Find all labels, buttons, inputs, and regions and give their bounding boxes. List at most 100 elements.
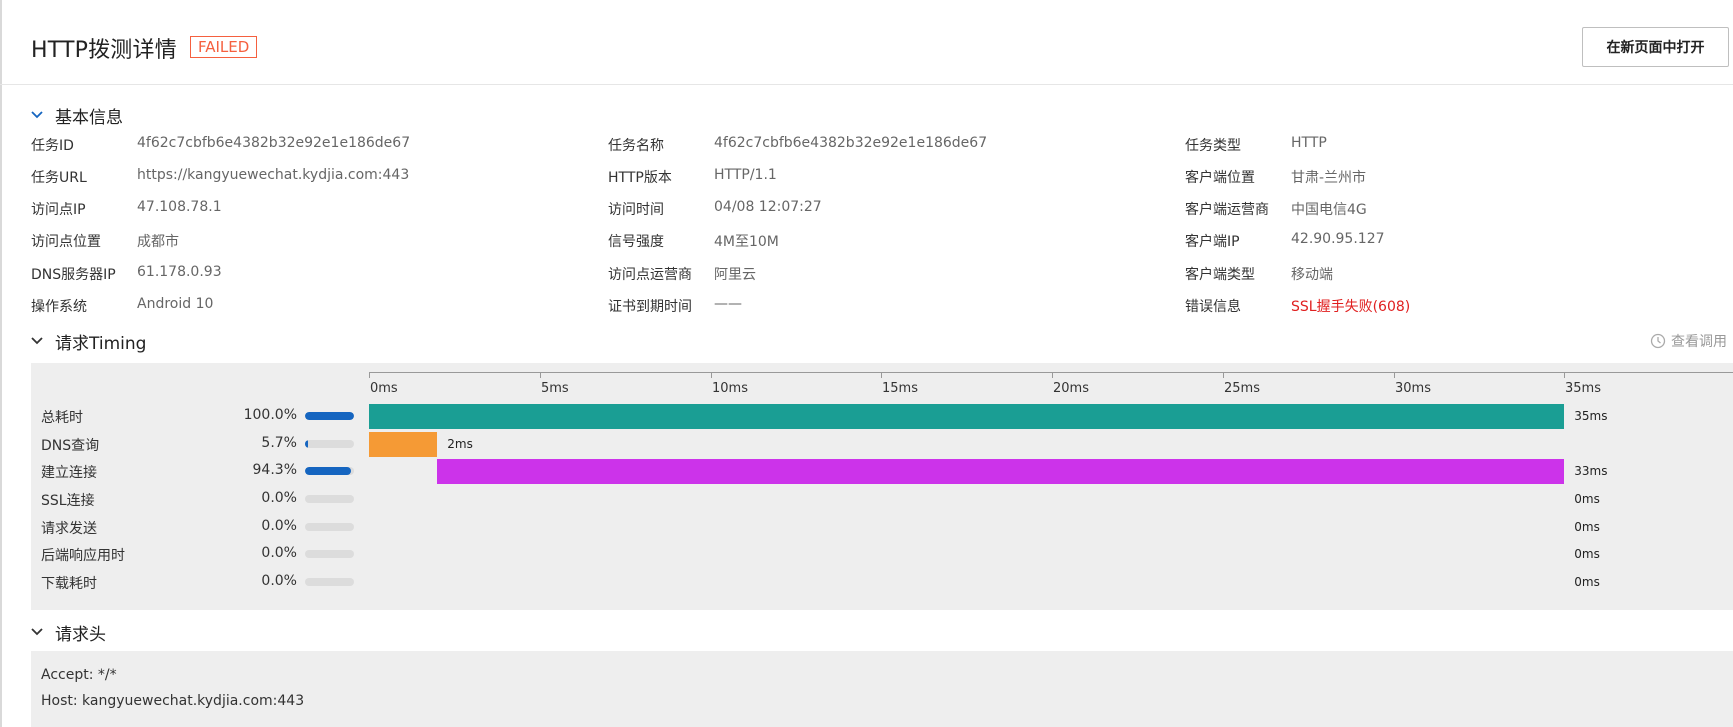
info-value: HTTP/1.1 <box>714 167 777 183</box>
timing-row-percent: 0.0% <box>261 490 297 506</box>
info-label: 任务类型 <box>1185 138 1241 154</box>
chevron-down-icon <box>31 628 43 636</box>
info-label: 客户端类型 <box>1185 267 1255 283</box>
section-request-headers-title: 请求头 <box>55 624 106 645</box>
page-header: HTTP拨测详情 FAILED 在新页面中打开 <box>0 0 1733 85</box>
info-value: 4M至10M <box>714 234 779 250</box>
info-label: 客户端位置 <box>1185 170 1255 186</box>
info-label: 任务ID <box>31 138 74 154</box>
axis-tick-label: 30ms <box>1395 381 1431 396</box>
axis-tick-label: 35ms <box>1565 381 1601 396</box>
info-value: 阿里云 <box>714 267 756 283</box>
timing-row-label: DNS查询 <box>41 438 100 454</box>
open-in-new-page-button[interactable]: 在新页面中打开 <box>1582 27 1729 67</box>
view-call-link[interactable]: 查看调用 <box>1650 331 1727 351</box>
timing-bar <box>369 432 438 457</box>
info-label: 访问点位置 <box>31 234 101 250</box>
info-label: 客户端IP <box>1185 234 1240 250</box>
timing-row-label: SSL连接 <box>41 493 95 509</box>
info-value: —— <box>714 296 742 312</box>
request-headers-panel: Accept: */* Host: kangyuewechat.kydjia.c… <box>31 651 1733 727</box>
timing-bar-value: 0ms <box>1574 520 1600 534</box>
status-badge: FAILED <box>190 36 258 58</box>
chevron-down-icon <box>31 337 43 345</box>
timing-bar-value: 0ms <box>1574 492 1600 506</box>
info-label: 任务名称 <box>608 138 664 154</box>
info-label: 访问点运营商 <box>608 267 692 283</box>
info-value: 移动端 <box>1291 267 1333 283</box>
axis-tick <box>711 372 712 378</box>
page-title: HTTP拨测详情 <box>31 38 177 63</box>
timing-row-percent: 0.0% <box>261 545 297 561</box>
clock-icon <box>1650 333 1666 349</box>
info-label: 客户端运营商 <box>1185 202 1269 218</box>
chevron-down-icon <box>31 111 43 119</box>
timing-bar <box>437 459 1565 484</box>
timing-row-label: 建立连接 <box>41 465 97 481</box>
timing-bar-value: 2ms <box>447 437 473 451</box>
timing-bar-value: 0ms <box>1574 547 1600 561</box>
info-label: HTTP版本 <box>608 170 672 186</box>
timing-percent-track <box>305 578 354 586</box>
axis-tick-label: 5ms <box>541 381 569 396</box>
error-message-value: SSL握手失败(608) <box>1291 299 1411 315</box>
info-label: 证书到期时间 <box>608 299 692 315</box>
timing-percent-fill <box>305 412 354 420</box>
timing-bar-value: 33ms <box>1574 464 1608 478</box>
info-label: 任务URL <box>31 170 87 186</box>
info-value: 61.178.0.93 <box>137 264 222 280</box>
info-value: HTTP <box>1291 135 1327 151</box>
axis-tick <box>1223 372 1224 378</box>
timing-row-label: 总耗时 <box>41 410 83 426</box>
info-value: 4f62c7cbfb6e4382b32e92e1e186de67 <box>714 135 988 151</box>
section-request-headers-toggle[interactable]: 请求头 <box>31 620 106 645</box>
info-label: 错误信息 <box>1185 299 1241 315</box>
info-value: 成都市 <box>137 234 179 250</box>
timing-row-percent: 0.0% <box>261 573 297 589</box>
timing-percent-track <box>305 412 354 420</box>
info-label: 信号强度 <box>608 234 664 250</box>
axis-tick-label: 15ms <box>882 381 918 396</box>
axis-tick <box>881 372 882 378</box>
timing-row-label: 后端响应用时 <box>41 548 125 564</box>
info-value: 甘肃-兰州市 <box>1291 170 1367 186</box>
timing-percent-fill <box>305 440 308 448</box>
info-label: 访问时间 <box>608 202 664 218</box>
info-value: 42.90.95.127 <box>1291 231 1385 247</box>
section-timing-title: 请求Timing <box>55 333 147 354</box>
axis-tick <box>369 372 370 378</box>
axis-tick-label: 25ms <box>1224 381 1260 396</box>
info-value: https://kangyuewechat.kydjia.com:443 <box>137 167 410 183</box>
section-basic-info-toggle[interactable]: 基本信息 <box>31 103 123 128</box>
section-timing-toggle[interactable]: 请求Timing <box>31 329 147 354</box>
timing-bar-value: 35ms <box>1574 409 1608 423</box>
timing-percent-track <box>305 467 354 475</box>
window-left-edge <box>0 0 2 727</box>
timing-axis <box>369 372 1733 373</box>
timing-row-label: 请求发送 <box>41 521 97 537</box>
info-label: 操作系统 <box>31 299 87 315</box>
info-value: 中国电信4G <box>1291 202 1367 218</box>
timing-row-percent: 5.7% <box>261 435 297 451</box>
info-label: 访问点IP <box>31 202 86 218</box>
info-value: 04/08 12:07:27 <box>714 199 822 215</box>
view-call-label: 查看调用 <box>1671 334 1727 350</box>
axis-tick-label: 0ms <box>370 381 398 396</box>
axis-tick <box>540 372 541 378</box>
info-value: 47.108.78.1 <box>137 199 222 215</box>
axis-tick <box>1052 372 1053 378</box>
info-value: 4f62c7cbfb6e4382b32e92e1e186de67 <box>137 135 411 151</box>
request-header-line: Host: kangyuewechat.kydjia.com:443 <box>41 693 305 709</box>
request-header-line: Accept: */* <box>41 667 117 683</box>
timing-row-percent: 0.0% <box>261 518 297 534</box>
timing-row-percent: 94.3% <box>252 462 297 478</box>
timing-bar-value: 0ms <box>1574 575 1600 589</box>
timing-percent-track <box>305 550 354 558</box>
timing-bar <box>369 404 1565 429</box>
axis-tick-label: 20ms <box>1053 381 1089 396</box>
info-value: Android 10 <box>137 296 214 312</box>
timing-percent-track <box>305 440 354 448</box>
axis-tick <box>1564 372 1565 378</box>
timing-percent-track <box>305 495 354 503</box>
section-basic-info-title: 基本信息 <box>55 107 123 128</box>
